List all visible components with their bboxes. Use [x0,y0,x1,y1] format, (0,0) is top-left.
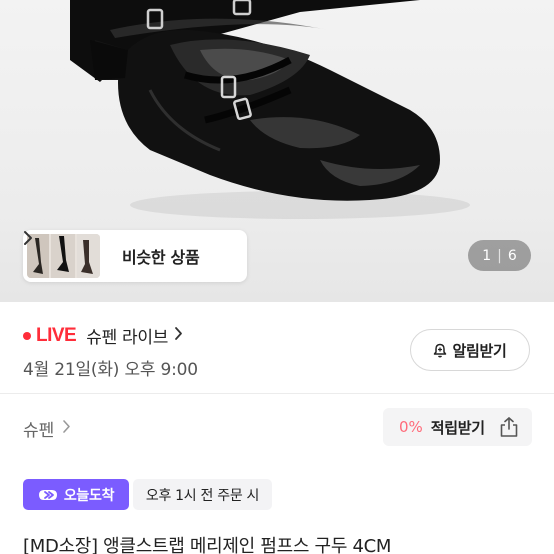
points-button[interactable]: 0% 적립받기 [383,408,532,446]
image-counter-separator: | [497,247,502,264]
section-divider [0,393,554,394]
live-schedule-time: 4월 21일(화) 오후 9:00 [23,360,198,380]
image-counter: 1 | 6 [468,240,531,271]
store-link[interactable]: 슈펜 [23,416,71,441]
similar-products-thumbnail [27,234,100,278]
live-badge: LIVE [36,324,77,346]
chevron-right-icon [174,326,183,346]
points-percent: 0% [399,418,423,436]
spacer [0,462,554,470]
product-image-carousel[interactable]: 비슷한 상품 1 | 6 [0,0,554,302]
chevron-right-icon [62,419,71,439]
live-channel-name: 슈펜 라이브 [86,328,169,348]
store-name: 슈펜 [23,421,55,441]
product-title: [MD소장] 앵클스트랩 메리제인 펌프스 구두 4CM [23,536,392,554]
similar-products-label: 비슷한 상품 [122,248,200,267]
similar-products-button[interactable]: 비슷한 상품 [23,230,247,282]
alarm-button-label: 알림받기 [452,341,507,360]
points-label: 적립받기 [430,418,485,437]
share-icon[interactable] [498,416,520,442]
image-counter-current: 1 [482,247,492,264]
alarm-button[interactable]: 알림받기 [410,329,530,371]
image-counter-total: 6 [507,247,517,264]
fast-delivery-icon [38,488,58,502]
live-link[interactable]: LIVE 슈펜 라이브 [23,323,183,348]
today-delivery-badge: 오늘도착 [23,479,129,510]
live-dot-icon [23,331,31,340]
today-delivery-label: 오늘도착 [63,487,115,504]
order-cutoff-badge: 오후 1시 전 주문 시 [133,479,272,510]
bell-plus-icon [433,343,447,358]
